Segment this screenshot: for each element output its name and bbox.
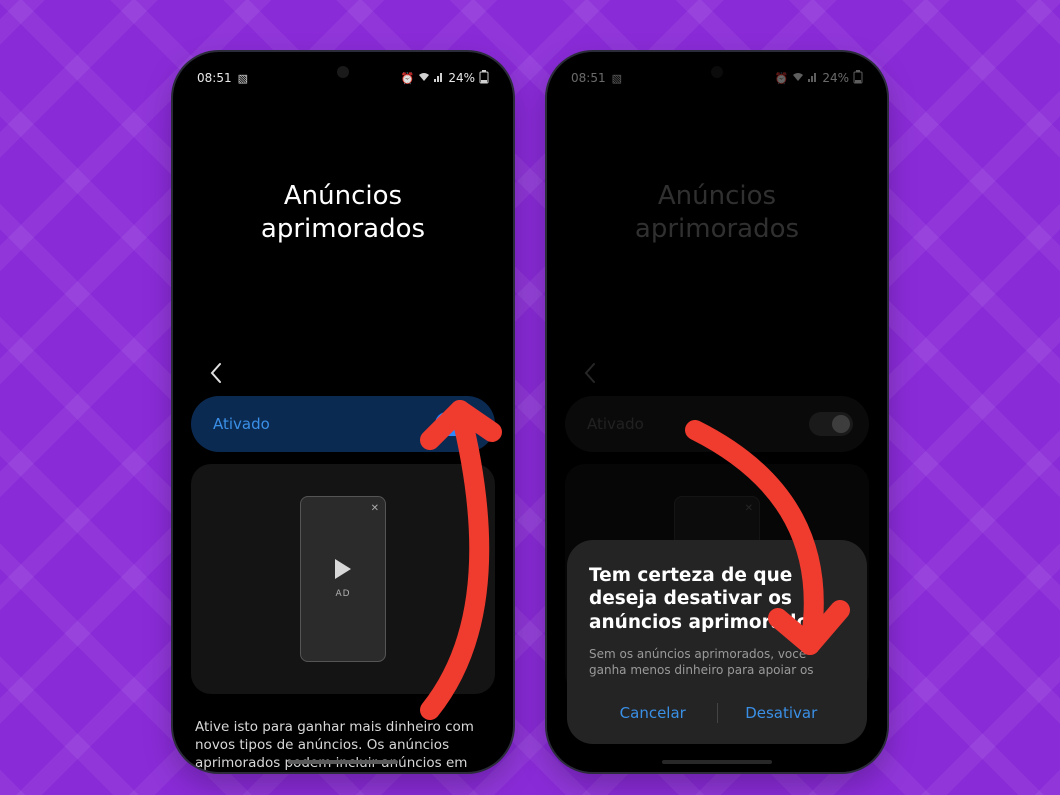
alarm-icon: ⏰: [401, 72, 415, 85]
status-time: 08:51: [197, 71, 232, 85]
screenshot-icon: ▧: [238, 72, 248, 85]
camera-notch: [337, 66, 349, 78]
phone-left: 08:51 ▧ ⏰ 24% Anúnciosaprimorados: [173, 52, 513, 772]
toggle-label: Ativado: [213, 415, 270, 433]
battery-icon: [479, 70, 489, 87]
dialog-button-row: Cancelar Desativar: [589, 698, 845, 728]
signal-icon: [434, 72, 444, 85]
dialog-body: Sem os anúncios aprimorados, você ganha …: [589, 646, 845, 678]
screen-content: Anúnciosaprimorados Ativado ✕ AD Ative i…: [173, 52, 513, 772]
ad-label: AD: [335, 589, 350, 599]
cancel-button[interactable]: Cancelar: [589, 698, 717, 728]
battery-text: 24%: [448, 71, 475, 85]
phone-right: 08:51 ▧ ⏰ 24% Anúnciosaprimorados: [547, 52, 887, 772]
wifi-icon: [418, 72, 430, 85]
gesture-bar: [288, 760, 398, 764]
page-title: Anúnciosaprimorados: [197, 180, 489, 245]
dialog-title: Tem certeza de que deseja desativar os a…: [589, 564, 845, 633]
ad-preview-tile: ✕ AD: [300, 496, 386, 662]
close-icon: ✕: [371, 503, 379, 514]
enhanced-ads-toggle-row[interactable]: Ativado: [191, 396, 495, 452]
preview-card: ✕ AD: [191, 464, 495, 694]
back-button[interactable]: [209, 362, 223, 388]
toggle-switch[interactable]: [435, 412, 479, 436]
play-icon: [335, 559, 351, 579]
disable-button[interactable]: Desativar: [718, 698, 846, 728]
confirm-disable-dialog: Tem certeza de que deseja desativar os a…: [567, 540, 867, 744]
